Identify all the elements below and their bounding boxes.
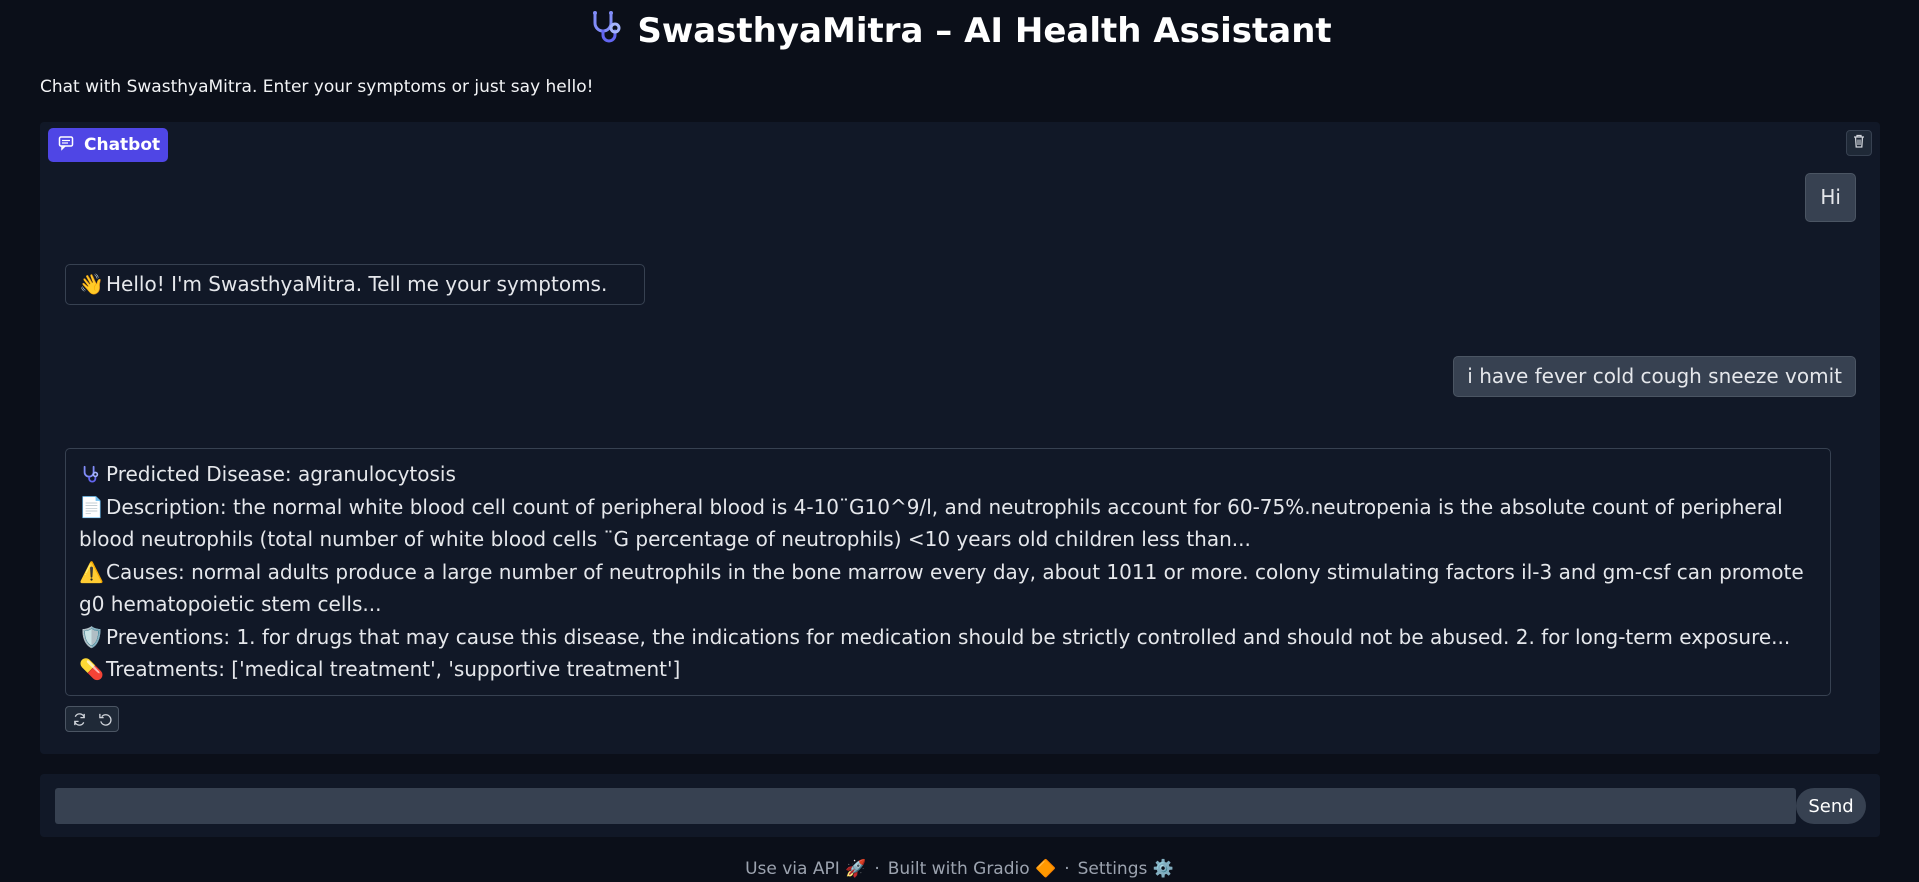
warning-icon: ⚠️ [79,559,104,584]
message-input[interactable] [55,788,1796,824]
page-subtitle: Chat with SwasthyaMitra. Enter your symp… [40,77,594,97]
preventions-text: Preventions: 1. for drugs that may cause… [106,624,1791,649]
stethoscope-icon [587,9,623,54]
undo-button[interactable] [94,708,116,730]
bot-message: 👋 Hello! I'm SwasthyaMitra. Tell me your … [65,264,645,305]
chat-bubble-icon [58,135,74,156]
shield-icon: 🛡️ [79,624,104,649]
page-title: SwasthyaMitra – AI Health Assistant [0,8,1919,54]
footer-separator: · [874,859,880,879]
causes-text: Causes: normal adults produce a large nu… [79,559,1804,617]
chatbot-label: Chatbot [48,128,169,162]
description-line: 📄 Description: the normal white blood cel… [79,491,1817,556]
send-button[interactable]: Send [1796,788,1866,824]
chatbot-panel: Chatbot Hi 👋 Hello! I'm SwasthyaMitra. Te… [40,122,1880,754]
settings-link[interactable]: Settings ⚙️ [1078,859,1174,879]
use-via-api-link[interactable]: Use via API 🚀 [745,859,866,879]
treatments-text: Treatments: ['medical treatment', 'suppo… [106,657,681,681]
preventions-line: 🛡️ Preventions: 1. for drugs that may cau… [79,621,1817,654]
bot-message-text: Hello! I'm SwasthyaMitra. Tell me your s… [106,272,608,296]
document-icon: 📄 [79,494,104,519]
stethoscope-icon [79,458,101,491]
gradio-logo-icon: 🔶 [1035,859,1057,879]
user-message: i have fever cold cough sneeze vomit [1453,356,1856,397]
treatments-line: 💊 Treatments: ['medical treatment', 'supp… [79,653,1817,686]
undo-icon [98,713,112,726]
retry-button[interactable] [68,708,90,730]
description-text: Description: the normal white blood cell… [79,494,1783,552]
built-with-gradio-link[interactable]: Built with Gradio 🔶 [888,859,1057,879]
waving-hand-icon: 👋 [79,272,104,296]
rocket-icon: 🚀 [845,859,867,879]
trash-icon [1851,133,1867,153]
clear-chat-button[interactable] [1846,130,1872,156]
chatbot-label-text: Chatbot [84,135,161,155]
predicted-disease-text: Predicted Disease: agranulocytosis [106,462,456,486]
page-title-text: SwasthyaMitra – AI Health Assistant [637,11,1332,51]
bot-prediction-message: Predicted Disease: agranulocytosis 📄 Desc… [65,448,1831,696]
gear-icon: ⚙️ [1152,859,1174,879]
user-message: Hi [1805,173,1856,222]
pill-icon: 💊 [79,657,104,681]
input-panel: Send [40,774,1880,837]
predicted-disease-line: Predicted Disease: agranulocytosis [79,458,1817,491]
refresh-icon [73,712,85,726]
causes-line: ⚠️ Causes: normal adults produce a large … [79,556,1817,621]
footer: Use via API 🚀 · Built with Gradio 🔶 · Se… [0,859,1919,879]
message-actions [65,706,119,732]
footer-separator: · [1064,859,1070,879]
